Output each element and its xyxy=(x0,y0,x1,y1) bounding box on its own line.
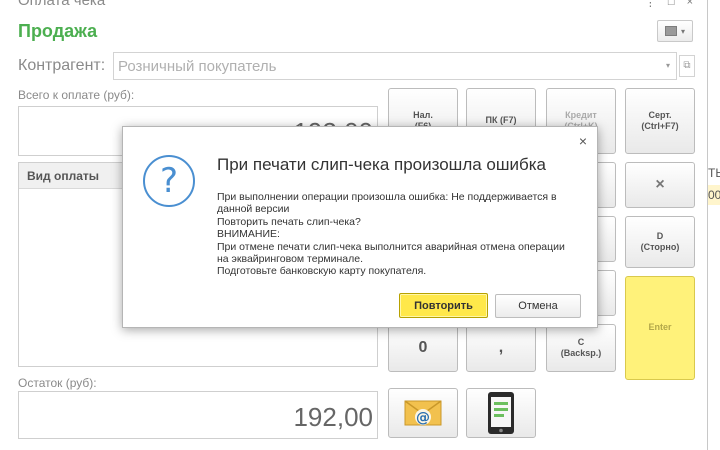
customer-value: Розничный покупатель xyxy=(118,58,277,75)
dialog-message: При выполнении операции произошла ошибка… xyxy=(217,191,577,278)
total-label: Всего к оплате (руб): xyxy=(18,88,135,102)
certificate-button[interactable]: Серт. (Ctrl+F7) xyxy=(625,88,695,154)
enter-button[interactable]: Enter xyxy=(625,276,695,380)
cash-label: Нал. xyxy=(413,109,433,120)
rest-label: Остаток (руб): xyxy=(18,376,97,390)
maximize-icon[interactable]: □ xyxy=(668,0,675,9)
window-title: Оплата чека xyxy=(18,0,106,9)
comma-button[interactable]: , xyxy=(466,324,536,372)
chevron-down-icon[interactable]: ▾ xyxy=(666,61,670,70)
storno-button[interactable]: D (Сторно) xyxy=(625,216,695,268)
email-receipt-button[interactable]: @ xyxy=(388,388,458,438)
zero-button[interactable]: 0 xyxy=(388,324,458,372)
message-line: ВНИМАНИЕ: xyxy=(217,228,280,241)
chevron-down-icon: ▾ xyxy=(680,26,685,36)
close-icon[interactable]: × xyxy=(687,0,693,9)
more-icon[interactable]: ⋮ xyxy=(645,0,656,9)
message-line: Подготовьте банковскую карту покупателя. xyxy=(217,265,427,278)
rest-field: 192,00 xyxy=(18,391,378,439)
close-icon[interactable]: × xyxy=(579,133,587,149)
window-controls: ⋮ □ × xyxy=(645,0,693,9)
message-line: Повторить печать слип-чека? xyxy=(217,215,361,228)
sms-receipt-button[interactable] xyxy=(466,388,536,438)
storno-caption: (Сторно) xyxy=(640,242,680,252)
background-window-text: ТЬ xyxy=(708,166,720,180)
customer-label: Контрагент: xyxy=(18,57,106,74)
certificate-label: Серт. xyxy=(648,109,672,120)
card-label: ПК (F7) xyxy=(485,115,517,126)
envelope-email-icon: @ xyxy=(404,400,442,426)
cancel-button[interactable]: Отмена xyxy=(495,294,581,318)
credit-label: Кредит xyxy=(565,109,597,120)
open-customer-icon[interactable]: ⧉ xyxy=(679,55,695,77)
storno-label: D xyxy=(656,230,664,241)
dialog-title: При печати слип-чека произошла ошибка xyxy=(217,155,547,174)
backspace-button[interactable]: C (Backsp.) xyxy=(546,324,616,372)
clear-button[interactable]: × xyxy=(625,162,695,208)
question-icon: ? xyxy=(143,155,195,207)
backspace-shortcut: (Backsp.) xyxy=(560,348,602,358)
backspace-label: C xyxy=(577,336,585,347)
customer-field[interactable]: Розничный покупатель ▾ xyxy=(113,52,677,80)
form-heading: Продажа xyxy=(18,21,98,41)
svg-text:@: @ xyxy=(416,410,430,426)
window-icon xyxy=(664,26,677,36)
error-dialog: × ? При печати слип-чека произошла ошибк… xyxy=(122,126,598,328)
background-window-value: 00 xyxy=(708,188,720,202)
form-menu-button[interactable]: ▾ xyxy=(657,20,693,42)
retry-button[interactable]: Повторить xyxy=(399,293,488,318)
message-line: При выполнении операции произошла ошибка… xyxy=(217,191,557,216)
certificate-shortcut: (Ctrl+F7) xyxy=(641,121,679,131)
phone-icon xyxy=(488,392,514,434)
message-line: При отмене печати слип-чека выполнится а… xyxy=(217,240,565,265)
